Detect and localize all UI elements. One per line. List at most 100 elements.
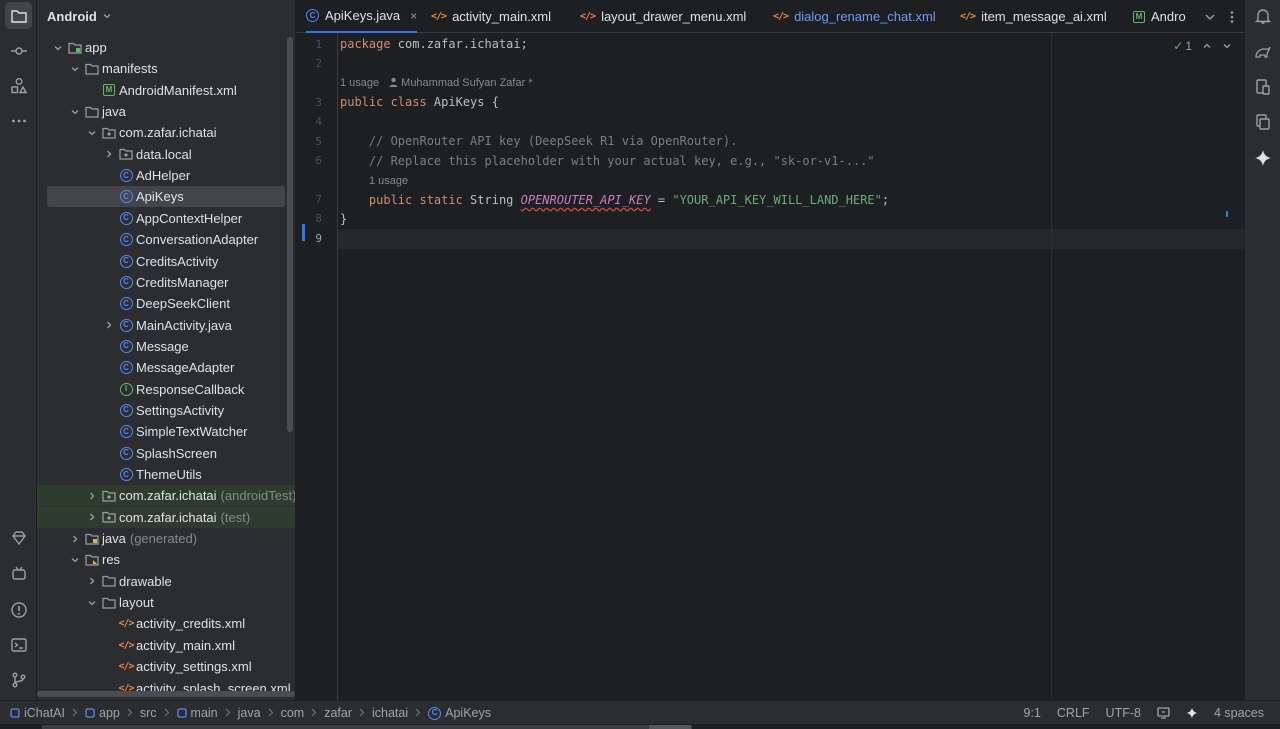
breadcrumb-item[interactable]: java xyxy=(238,706,261,720)
tree-item[interactable]: C Message xyxy=(37,336,295,357)
caret-position[interactable]: 9:1 xyxy=(1024,706,1041,720)
breadcrumb-item[interactable]: main xyxy=(176,706,218,720)
chevron-right-icon[interactable] xyxy=(87,491,97,501)
read-only-toggle-icon[interactable] xyxy=(1157,707,1170,719)
device-manager-button[interactable] xyxy=(1249,73,1276,100)
tree-item[interactable]: com.zafar.ichatai (test) xyxy=(37,506,295,528)
problems-tool-button[interactable] xyxy=(5,596,32,623)
breadcrumb-item[interactable]: com xyxy=(281,706,305,720)
resource-manager-button[interactable] xyxy=(5,72,32,99)
breadcrumb-item[interactable]: ichatai xyxy=(372,706,408,720)
next-highlight-icon[interactable] xyxy=(1222,41,1232,51)
tree-item[interactable]: C ConversationAdapter xyxy=(37,229,295,250)
keyword: public class xyxy=(340,95,427,109)
build-tool-button[interactable] xyxy=(5,560,32,587)
usage-count[interactable]: 1 usage xyxy=(340,77,379,89)
inspection-widget[interactable]: ✓ 1 xyxy=(1173,37,1232,55)
more-tools-button[interactable] xyxy=(5,107,32,134)
tree-item[interactable]: C MessageAdapter xyxy=(37,357,295,378)
tree-item[interactable]: M AndroidManifest.xml xyxy=(37,80,295,101)
breadcrumb-item[interactable]: src xyxy=(140,706,157,720)
chevron-down-icon[interactable] xyxy=(87,598,97,608)
gradle-button[interactable] xyxy=(1249,38,1276,65)
breadcrumb-item[interactable]: iChatAI xyxy=(10,706,65,720)
tree-item[interactable]: data.local xyxy=(37,144,295,165)
chevron-right-icon[interactable] xyxy=(87,512,97,522)
editor-tab[interactable]: </> layout_drawer_menu.xml xyxy=(580,0,746,33)
indent-setting[interactable]: 4 spaces xyxy=(1214,706,1264,720)
usage-hint[interactable]: 1 usage Muhammad Sufyan Zafar * xyxy=(340,76,533,90)
tree-vertical-scrollbar[interactable] xyxy=(287,37,293,432)
file-encoding[interactable]: UTF-8 xyxy=(1106,706,1141,720)
tree-item[interactable]: C AdHelper xyxy=(37,165,295,186)
tree-item[interactable]: C ApiKeys xyxy=(47,186,285,208)
chevron-right-icon[interactable] xyxy=(87,576,97,586)
editor-tab[interactable]: </> activity_main.xml xyxy=(431,0,551,33)
tree-item[interactable]: C SettingsActivity xyxy=(37,400,295,421)
breadcrumb-item[interactable]: C ApiKeys xyxy=(428,706,491,720)
tree-item[interactable]: com.zafar.ichatai xyxy=(37,122,295,143)
tree-item[interactable]: C ThemeUtils xyxy=(37,464,295,485)
previous-highlight-icon[interactable] xyxy=(1202,41,1212,51)
horizontal-scroll-thumb[interactable] xyxy=(649,725,691,729)
folder-icon xyxy=(85,105,99,119)
chevron-down-icon[interactable] xyxy=(70,107,80,117)
tree-item[interactable]: </> activity_credits.xml xyxy=(37,613,295,634)
project-tool-button[interactable] xyxy=(5,2,32,29)
tree-item[interactable]: com.zafar.ichatai (androidTest) xyxy=(37,485,295,507)
tree-item[interactable]: </> activity_settings.xml xyxy=(37,656,295,677)
editor-tab[interactable]: </> item_message_ai.xml xyxy=(960,0,1107,33)
breadcrumb-item[interactable]: app xyxy=(85,706,120,720)
tree-item[interactable]: layout xyxy=(37,592,295,613)
tree-item[interactable]: I ResponseCallback xyxy=(37,379,295,400)
chevron-down-icon[interactable] xyxy=(70,555,80,565)
tree-item[interactable]: C SimpleTextWatcher xyxy=(37,421,295,442)
tree-item[interactable]: </> activity_main.xml xyxy=(37,635,295,656)
line-number: 6 xyxy=(315,154,322,167)
chevron-down-icon[interactable] xyxy=(87,128,97,138)
terminal-tool-button[interactable] xyxy=(5,631,32,658)
commit-tool-button[interactable] xyxy=(5,37,32,64)
tree-item-label: data.local xyxy=(136,146,192,162)
device-mirroring-button[interactable] xyxy=(1249,108,1276,135)
chevron-down-icon[interactable] xyxy=(53,43,63,53)
usage-hint-2[interactable]: 1 usage xyxy=(369,174,408,188)
tree-item[interactable]: C CreditsManager xyxy=(37,272,295,293)
more-vertical-icon[interactable] xyxy=(1230,10,1234,24)
editor-tab[interactable]: C ApiKeys.java × xyxy=(306,0,418,33)
chevron-down-icon[interactable] xyxy=(1204,11,1216,23)
code-area[interactable]: package com.zafar.ichatai; 1 usage Muham… xyxy=(340,33,1244,700)
tree-item[interactable]: manifests xyxy=(37,58,295,79)
chevron-right-icon[interactable] xyxy=(104,149,114,159)
git-tool-button[interactable] xyxy=(5,666,32,693)
tree-item[interactable]: C CreditsActivity xyxy=(37,251,295,272)
breadcrumb-item[interactable]: zafar xyxy=(324,706,352,720)
tree-item[interactable]: C DeepSeekClient xyxy=(37,293,295,314)
chevron-right-icon[interactable] xyxy=(104,320,114,330)
author-hint[interactable]: Muhammad Sufyan Zafar * xyxy=(401,77,532,89)
tree-item[interactable]: C AppContextHelper xyxy=(37,208,295,229)
tree-item[interactable]: java xyxy=(37,101,295,122)
xml-icon: </> xyxy=(431,11,447,22)
tree-item[interactable]: app xyxy=(37,37,295,58)
line-ending[interactable]: CRLF xyxy=(1057,706,1090,720)
ai-sparkle-icon[interactable] xyxy=(1186,707,1198,719)
chevron-right-icon[interactable] xyxy=(70,534,80,544)
tree-item[interactable]: java (generated) xyxy=(37,528,295,549)
editor-tab[interactable]: M Andro xyxy=(1133,0,1186,33)
gemini-tool-button[interactable] xyxy=(5,524,32,551)
gemini-button[interactable] xyxy=(1249,144,1276,171)
close-tab-icon[interactable]: × xyxy=(410,9,417,23)
vcs-change-marker[interactable] xyxy=(302,224,305,241)
notifications-button[interactable] xyxy=(1249,2,1276,29)
tree-item[interactable]: drawable xyxy=(37,571,295,592)
tree-item[interactable]: C SplashScreen xyxy=(37,443,295,464)
tree-item[interactable]: </> activity_splash_screen.xml xyxy=(37,678,295,693)
project-view-selector[interactable]: Android xyxy=(47,7,112,25)
tree-item[interactable]: C MainActivity.java xyxy=(37,315,295,336)
tree-item[interactable]: res xyxy=(37,549,295,570)
editor-tab[interactable]: </> dialog_rename_chat.xml xyxy=(773,0,936,33)
tree-horizontal-scrollbar[interactable] xyxy=(37,691,295,697)
chevron-down-icon[interactable] xyxy=(70,64,80,74)
line-number: 3 xyxy=(315,96,322,109)
